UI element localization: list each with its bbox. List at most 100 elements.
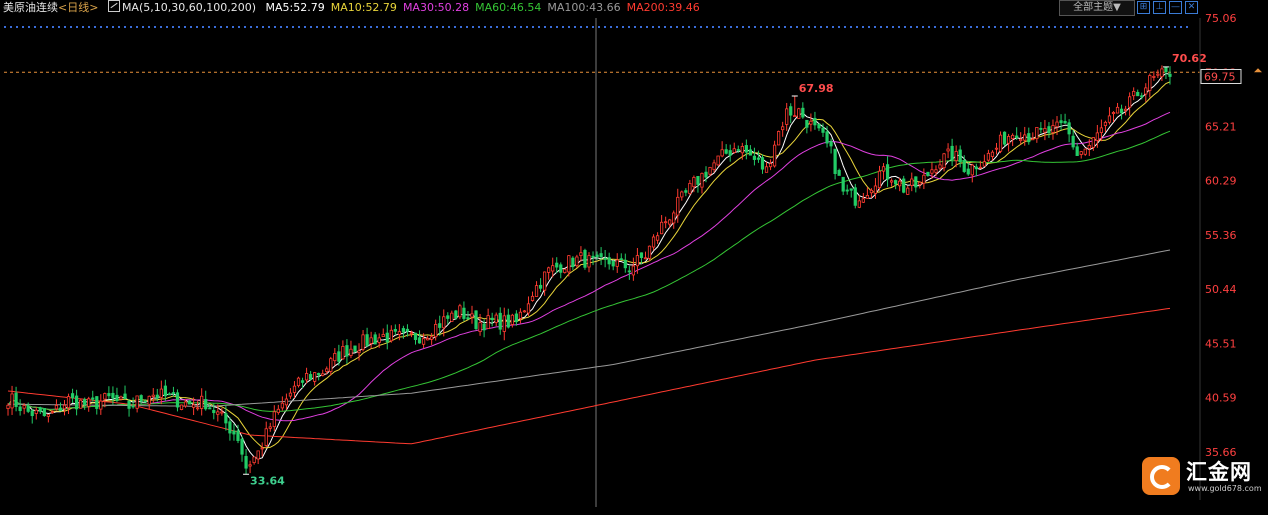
candle-body [950, 145, 954, 160]
candle-body [583, 249, 587, 268]
candle-body [389, 329, 393, 342]
candle-body [700, 172, 704, 188]
candle-body [486, 315, 490, 329]
candle-body [462, 307, 466, 319]
current-price-value: 69.75 [1204, 70, 1236, 83]
candle-body [704, 171, 708, 178]
candle-body [1063, 120, 1067, 124]
candle-body [349, 348, 353, 356]
candle-body [131, 405, 135, 408]
candle-body [333, 353, 337, 362]
candle-body [845, 189, 849, 192]
candle-body [313, 372, 317, 382]
candle-body [801, 107, 805, 118]
candle-body [309, 374, 313, 380]
candle-body [276, 408, 280, 413]
candle-body [720, 149, 724, 157]
price-arrow-icon [1254, 68, 1262, 73]
candle-body [990, 151, 995, 157]
candle-body [361, 334, 365, 350]
candle-body [760, 157, 765, 170]
candle-body [986, 152, 991, 161]
candle-body [603, 258, 607, 260]
candle-body [906, 187, 910, 195]
dotted-gridlines [4, 18, 1200, 507]
candle-body [10, 393, 14, 409]
candle-body [79, 399, 83, 409]
candle-body [119, 396, 123, 400]
candle-body [994, 147, 999, 150]
candle-body [869, 189, 874, 194]
candle-body [1067, 122, 1071, 135]
candle-body [54, 405, 59, 410]
candle-body [712, 162, 716, 171]
candle-body [922, 174, 926, 184]
candle-body [881, 166, 886, 172]
candle-body [1128, 96, 1132, 108]
candle-body [623, 259, 627, 269]
candle-body [369, 337, 373, 344]
candle-body [66, 396, 71, 409]
y-tick-label: 45.51 [1205, 338, 1237, 351]
candle-body [1071, 135, 1075, 148]
candle-body [857, 200, 861, 208]
candle-body [183, 401, 188, 407]
candle-body [377, 337, 381, 343]
candle-body [894, 180, 898, 185]
candle-body [756, 157, 761, 160]
candle-body [1059, 120, 1063, 124]
candle-body [220, 411, 224, 414]
candle-body [1039, 127, 1043, 130]
candle-body [284, 398, 289, 406]
candle-body [196, 407, 200, 410]
candle-body [793, 115, 797, 118]
candle-body [191, 404, 196, 408]
candle-body [458, 305, 462, 318]
candle-body [607, 257, 611, 265]
candle-body [446, 315, 450, 319]
candle-body [538, 284, 543, 289]
candle-body [175, 392, 180, 408]
candle-body [22, 405, 26, 409]
candle-body [974, 166, 978, 170]
candle-body [115, 394, 119, 401]
candle-body [744, 145, 748, 153]
candle-body [825, 131, 829, 144]
candle-body [724, 149, 728, 154]
candle-body [151, 394, 155, 397]
candlestick-chart[interactable]: 70.6267.9833.64 75.0670.1365.2160.2955.3… [0, 0, 1268, 515]
candle-body [785, 108, 789, 125]
candle-body [38, 407, 42, 412]
candle-body [442, 316, 446, 329]
candle-body [1111, 112, 1116, 114]
candle-body [341, 345, 345, 360]
candle-body [426, 338, 430, 341]
candle-body [938, 164, 942, 169]
candle-body [910, 178, 914, 186]
candle-body [781, 126, 785, 131]
y-tick-label: 55.36 [1205, 229, 1237, 242]
candle-body [1119, 108, 1124, 114]
candle-body [1164, 66, 1168, 73]
candle-body [14, 392, 18, 407]
logo-name: 汇金网 [1186, 460, 1252, 484]
ma200-line [7, 307, 1171, 445]
candle-body [631, 265, 635, 276]
candle-body [752, 155, 757, 160]
candle-body [240, 438, 244, 455]
candle-body [159, 388, 163, 398]
candle-body [1047, 126, 1051, 134]
candle-body [1123, 108, 1128, 111]
candle-body [660, 221, 664, 235]
candle-body [809, 120, 813, 125]
candle-body [1140, 95, 1144, 98]
candle-body [62, 404, 67, 410]
candle-body [579, 252, 583, 256]
candle-body [498, 312, 502, 330]
candle-body [732, 148, 736, 153]
y-tick-label: 60.29 [1205, 175, 1237, 188]
candle-body [772, 144, 777, 167]
candle-body [833, 148, 837, 174]
candle-body [1055, 121, 1059, 128]
candle-body [244, 456, 248, 469]
